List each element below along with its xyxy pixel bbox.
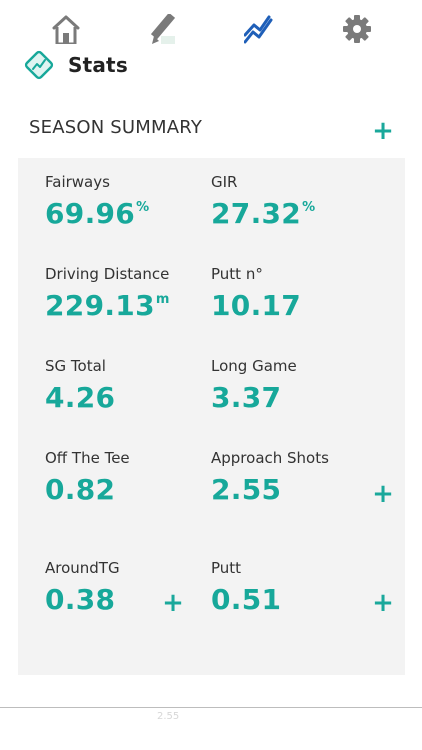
stat-driving-distance: Driving Distance 229.13m: [45, 265, 170, 322]
stat-label: Approach Shots: [211, 449, 329, 467]
home-icon[interactable]: [51, 14, 81, 44]
stat-label: Fairways: [45, 173, 110, 191]
stat-long-game: Long Game 3.37: [211, 357, 297, 414]
bottom-nav: [0, 707, 422, 750]
stat-value: 27.32%: [211, 197, 316, 230]
stat-value: 2.55: [211, 473, 282, 506]
stat-label: Putt: [211, 559, 242, 577]
stat-value: 3.37: [211, 381, 282, 414]
stat-putt-number: Putt n° 10.17: [211, 265, 301, 322]
expand-approach-plus-icon[interactable]: +: [371, 481, 395, 507]
page-title: Stats: [68, 53, 128, 77]
pencil-icon[interactable]: [149, 14, 179, 44]
stat-label: Long Game: [211, 357, 297, 375]
stat-label: Driving Distance: [45, 265, 170, 283]
stat-around-tg: AroundTG 0.38: [45, 559, 120, 616]
gear-icon[interactable]: [342, 14, 372, 44]
stat-value: 0.82: [45, 473, 116, 506]
section-title-season-summary: SEASON SUMMARY: [29, 117, 203, 138]
stat-label: SG Total: [45, 357, 106, 375]
app-header: Stats: [22, 47, 128, 83]
stat-label: GIR: [211, 173, 238, 191]
stat-putt: Putt 0.51: [211, 559, 281, 616]
expand-around-tg-plus-icon[interactable]: +: [161, 590, 185, 616]
stat-value: 4.26: [45, 381, 116, 414]
stats-logo-icon: [24, 50, 54, 80]
stat-label: AroundTG: [45, 559, 120, 577]
stat-approach-shots: Approach Shots 2.55: [211, 449, 329, 506]
stat-value: 0.51: [211, 583, 282, 616]
stat-gir: GIR 27.32%: [211, 173, 315, 230]
stat-value: 229.13m: [45, 289, 170, 322]
ghost-text: 2.55: [157, 711, 180, 722]
stat-fairways: Fairways 69.96%: [45, 173, 149, 230]
stat-value: 10.17: [211, 289, 302, 322]
stat-label: Off The Tee: [45, 449, 130, 467]
stat-off-the-tee: Off The Tee 0.82: [45, 449, 130, 506]
stat-sg-total: SG Total 4.26: [45, 357, 115, 414]
stat-label: Putt n°: [211, 265, 263, 283]
stat-value: 0.38: [45, 583, 116, 616]
stat-value: 69.96%: [45, 197, 150, 230]
expand-putt-plus-icon[interactable]: +: [371, 590, 395, 616]
add-summary-plus-icon[interactable]: +: [371, 118, 395, 144]
chart-line-icon[interactable]: [244, 14, 274, 44]
